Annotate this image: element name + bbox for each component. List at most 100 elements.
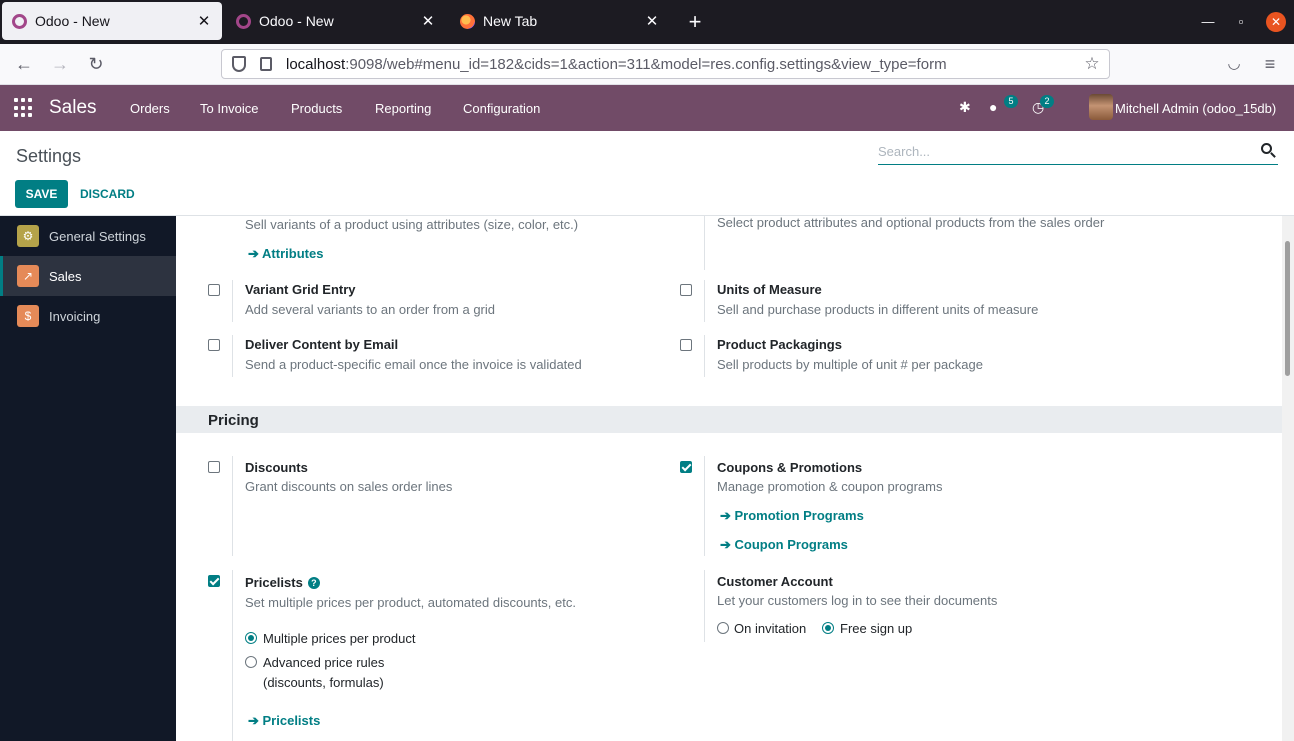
radio-free-signup[interactable] bbox=[822, 622, 834, 634]
new-tab-icon[interactable]: + bbox=[684, 8, 706, 36]
advanced-rules-label[interactable]: Advanced price rules bbox=[263, 655, 384, 670]
product-variants-description: Sell variants of a product using attribu… bbox=[245, 217, 579, 232]
tab-label: New Tab bbox=[483, 13, 538, 29]
apps-grid-icon[interactable] bbox=[14, 98, 34, 118]
coupons-checkbox[interactable] bbox=[680, 461, 692, 473]
search-icon[interactable] bbox=[1261, 143, 1272, 154]
uom-checkbox[interactable] bbox=[680, 284, 692, 296]
radio-on-invitation[interactable] bbox=[717, 622, 729, 634]
back-arrow-icon[interactable]: ← bbox=[12, 52, 36, 76]
chart-line-icon: ↗ bbox=[17, 265, 39, 287]
hamburger-menu-icon[interactable]: ≡ bbox=[1258, 52, 1282, 76]
menu-to-invoice[interactable]: To Invoice bbox=[200, 101, 259, 116]
bookmark-star-icon[interactable]: ☆ bbox=[1081, 54, 1103, 74]
menu-products[interactable]: Products bbox=[291, 101, 342, 116]
close-tab-icon[interactable]: ✕ bbox=[644, 12, 660, 30]
window-close-icon[interactable]: ✕ bbox=[1266, 12, 1286, 32]
tab-label: Odoo - New bbox=[259, 13, 334, 29]
discounts-checkbox[interactable] bbox=[208, 461, 220, 473]
uom-label: Units of Measure bbox=[717, 282, 822, 297]
menu-reporting[interactable]: Reporting bbox=[375, 101, 431, 116]
content-scrollbar[interactable] bbox=[1282, 216, 1294, 741]
close-tab-icon[interactable]: ✕ bbox=[420, 12, 436, 30]
variant-grid-checkbox[interactable] bbox=[208, 284, 220, 296]
close-tab-icon[interactable]: ✕ bbox=[196, 12, 212, 30]
page-info-icon[interactable] bbox=[260, 57, 272, 71]
search-bar bbox=[878, 139, 1278, 165]
url-host: localhost bbox=[286, 55, 346, 73]
messages-count-badge: 5 bbox=[1004, 95, 1018, 108]
user-avatar[interactable] bbox=[1089, 94, 1113, 120]
tab-label: Odoo - New bbox=[35, 13, 110, 29]
pricelists-label: Pricelists? bbox=[245, 575, 320, 590]
multiple-prices-label[interactable]: Multiple prices per product bbox=[263, 631, 415, 646]
section-title: Pricing bbox=[208, 412, 259, 429]
browser-tab-1[interactable]: Odoo - New ✕ bbox=[2, 2, 222, 40]
gear-icon: ⚙ bbox=[17, 225, 39, 247]
coupon-programs-label: Coupon Programs bbox=[734, 537, 848, 552]
free-signup-label[interactable]: Free sign up bbox=[840, 621, 912, 636]
sidebar-item-label: Sales bbox=[49, 268, 82, 284]
promotion-programs-label: Promotion Programs bbox=[734, 508, 864, 523]
settings-sidebar: ⚙ General Settings ↗ Sales $ Invoicing bbox=[0, 216, 176, 741]
divider bbox=[704, 335, 705, 377]
pricelists-checkbox[interactable] bbox=[208, 575, 220, 587]
browser-tab-3[interactable]: New Tab ✕ bbox=[450, 2, 670, 40]
coupon-programs-link[interactable]: ➔ Coupon Programs bbox=[720, 537, 848, 553]
messages-icon[interactable]: ● bbox=[989, 99, 997, 115]
sidebar-item-sales[interactable]: ↗ Sales bbox=[0, 256, 176, 296]
pricing-section-header: Pricing bbox=[176, 406, 1282, 433]
user-menu[interactable]: Mitchell Admin (odoo_15db) bbox=[1115, 101, 1276, 116]
menu-orders[interactable]: Orders bbox=[130, 101, 170, 116]
shield-icon[interactable] bbox=[232, 56, 246, 72]
customer-account-label: Customer Account bbox=[717, 574, 833, 589]
radio-advanced-rules[interactable] bbox=[245, 656, 257, 668]
browser-tab-2[interactable]: Odoo - New ✕ bbox=[226, 2, 446, 40]
radio-multiple-prices[interactable] bbox=[245, 632, 257, 644]
control-panel: Settings SAVE DISCARD bbox=[0, 131, 1294, 216]
menu-configuration[interactable]: Configuration bbox=[463, 101, 540, 116]
variant-grid-label: Variant Grid Entry bbox=[245, 282, 356, 297]
deliver-email-checkbox[interactable] bbox=[208, 339, 220, 351]
divider bbox=[232, 570, 233, 741]
pricelists-link[interactable]: ➔ Pricelists bbox=[248, 713, 320, 729]
browser-tab-bar: Odoo - New ✕ Odoo - New ✕ New Tab ✕ + — … bbox=[0, 0, 1294, 44]
customer-account-description: Let your customers log in to see their d… bbox=[717, 593, 998, 608]
url-text[interactable]: localhost:9098/web#menu_id=182&cids=1&ac… bbox=[286, 56, 1081, 73]
reload-icon[interactable]: ↻ bbox=[84, 52, 108, 76]
app-brand[interactable]: Sales bbox=[49, 97, 97, 119]
divider bbox=[704, 280, 705, 322]
restore-icon[interactable]: ▫ bbox=[1231, 12, 1251, 32]
divider bbox=[704, 216, 705, 270]
debug-bug-icon[interactable]: ✱ bbox=[959, 99, 971, 116]
divider bbox=[232, 280, 233, 322]
on-invitation-label[interactable]: On invitation bbox=[734, 621, 806, 636]
scrollbar-thumb[interactable] bbox=[1285, 241, 1290, 376]
coupons-label: Coupons & Promotions bbox=[717, 460, 863, 475]
discounts-description: Grant discounts on sales order lines bbox=[245, 479, 453, 494]
divider bbox=[232, 456, 233, 556]
product-configurator-description: Select product attributes and optional p… bbox=[717, 216, 1105, 230]
discard-button[interactable]: DISCARD bbox=[80, 180, 135, 208]
attributes-link[interactable]: ➔ Attributes bbox=[248, 246, 323, 262]
sidebar-item-general-settings[interactable]: ⚙ General Settings bbox=[0, 216, 176, 256]
search-input[interactable] bbox=[878, 139, 1248, 163]
help-question-icon[interactable]: ? bbox=[307, 577, 320, 589]
invoice-dollar-icon: $ bbox=[17, 305, 39, 327]
forward-arrow-icon[interactable]: → bbox=[48, 52, 72, 76]
discounts-label: Discounts bbox=[245, 460, 308, 475]
save-button[interactable]: SAVE bbox=[15, 180, 68, 208]
odoo-main-navbar: Sales Orders To Invoice Products Reporti… bbox=[0, 85, 1294, 131]
minimize-icon[interactable]: — bbox=[1198, 12, 1218, 32]
activities-count-badge: 2 bbox=[1040, 95, 1054, 108]
variant-grid-description: Add several variants to an order from a … bbox=[245, 302, 496, 317]
url-bar[interactable]: localhost:9098/web#menu_id=182&cids=1&ac… bbox=[221, 49, 1110, 79]
advanced-rules-sublabel[interactable]: (discounts, formulas) bbox=[263, 675, 384, 690]
packagings-checkbox[interactable] bbox=[680, 339, 692, 351]
sidebar-item-label: Invoicing bbox=[49, 308, 101, 324]
packagings-description: Sell products by multiple of unit # per … bbox=[717, 357, 983, 372]
pocket-icon[interactable]: ◡ bbox=[1222, 52, 1246, 76]
odoo-favicon-icon bbox=[236, 13, 251, 29]
sidebar-item-invoicing[interactable]: $ Invoicing bbox=[0, 296, 176, 336]
promotion-programs-link[interactable]: ➔ Promotion Programs bbox=[720, 508, 864, 524]
